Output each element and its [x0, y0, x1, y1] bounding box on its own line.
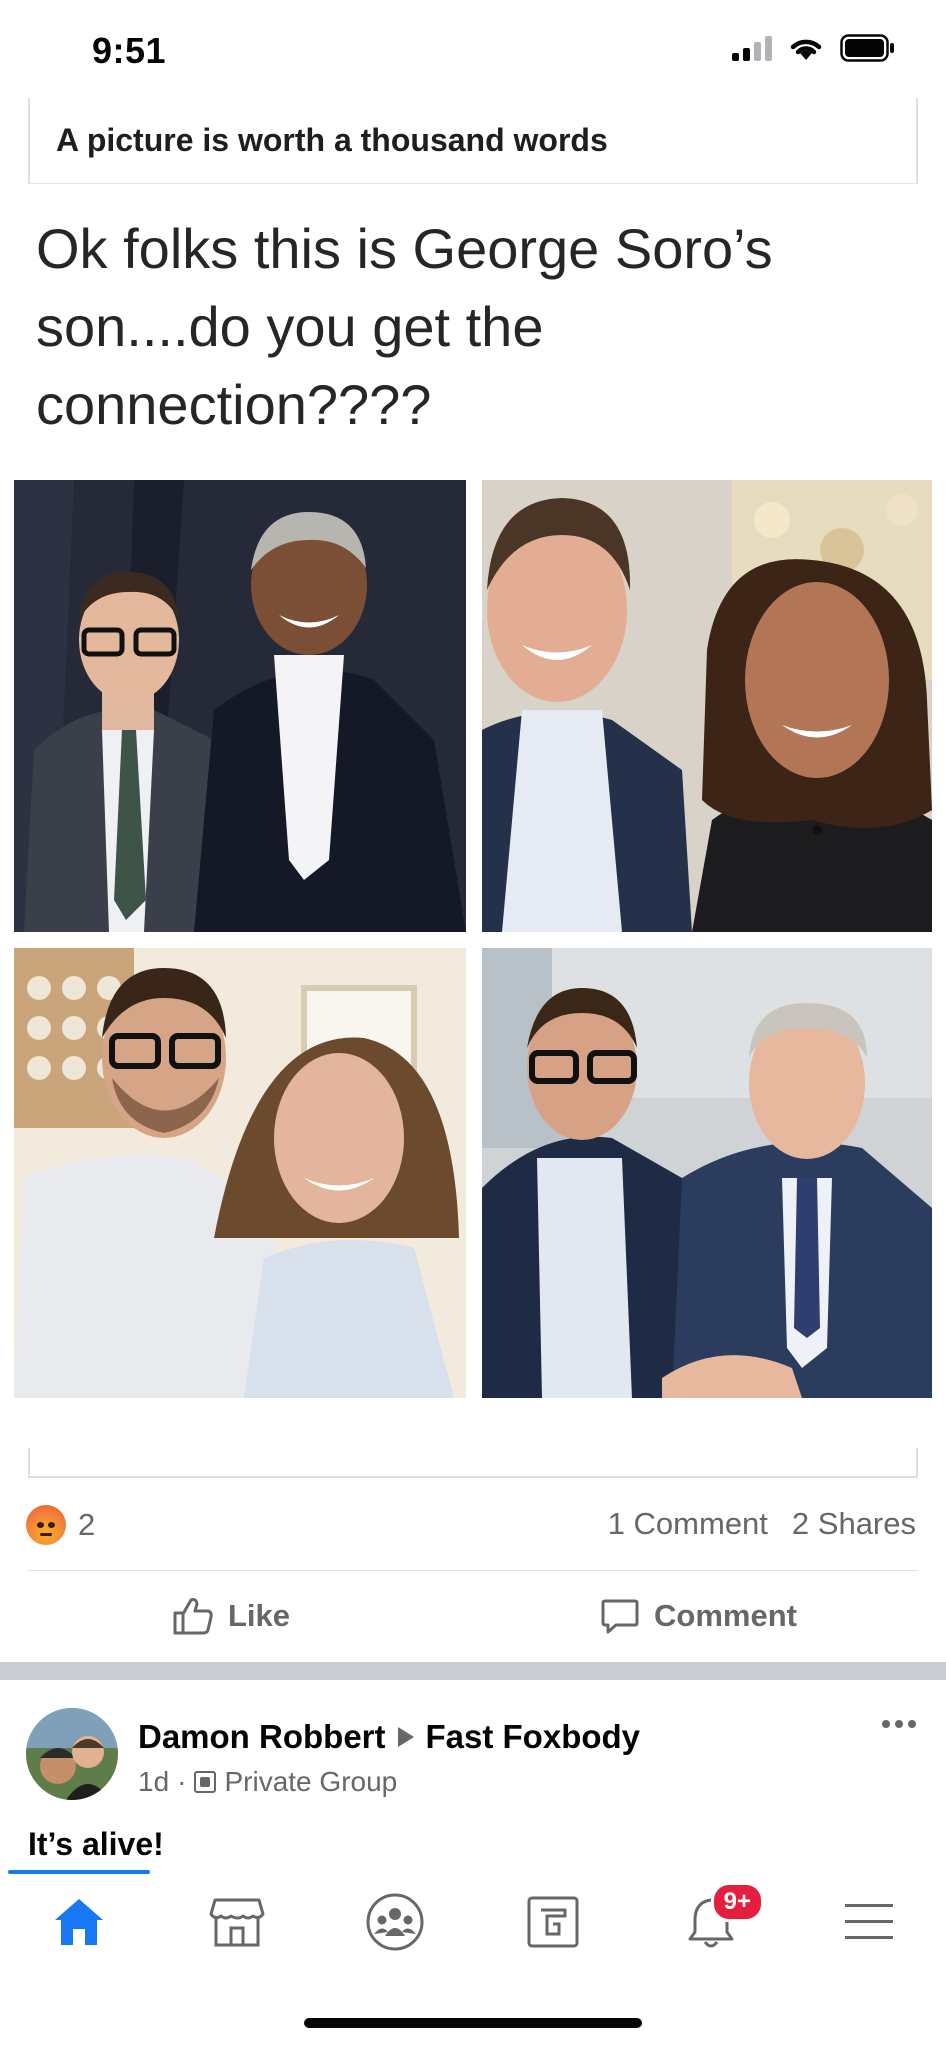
photo-collage[interactable]	[14, 480, 932, 1398]
photo-top-left[interactable]	[14, 480, 466, 932]
private-group-icon	[194, 1771, 217, 1793]
notification-badge: 9+	[710, 1882, 764, 1922]
shared-post-card[interactable]: A picture is worth a thousand words	[28, 98, 918, 184]
nav-gaming[interactable]	[518, 1890, 588, 1954]
status-bar: 9:51	[0, 0, 946, 96]
photo-bottom-left[interactable]	[14, 948, 466, 1398]
wifi-icon	[790, 39, 822, 60]
like-button[interactable]: Like	[172, 1596, 290, 1636]
shared-post-title: A picture is worth a thousand words	[56, 122, 608, 158]
meta-separator: ·	[177, 1766, 187, 1797]
privacy-label: Private Group	[224, 1766, 398, 1797]
groups-icon	[366, 1893, 424, 1951]
reaction-summary[interactable]: 2	[26, 1505, 95, 1545]
comment-icon	[601, 1599, 639, 1634]
share-count-link[interactable]: 2 Shares	[792, 1506, 916, 1542]
reaction-count: 2	[78, 1507, 96, 1542]
nav-notifications[interactable]: 9+	[676, 1882, 764, 1954]
status-time: 9:51	[92, 30, 167, 71]
post-meta: 1d · Private Group	[138, 1766, 397, 1798]
signal-icon	[732, 35, 772, 61]
post-author-line: Damon Robbert Fast Foxbody	[138, 1718, 640, 1756]
next-post-text: It’s alive!	[28, 1826, 164, 1862]
marketplace-icon	[209, 1898, 265, 1947]
comment-label: Comment	[654, 1598, 797, 1633]
menu-icon	[845, 1904, 893, 1939]
status-icons	[732, 34, 896, 62]
like-label: Like	[228, 1598, 291, 1633]
shared-card-bottom	[28, 1448, 918, 1478]
photo-top-right[interactable]	[482, 480, 932, 932]
bottom-nav: 9+	[0, 1870, 946, 1970]
divider	[28, 1570, 918, 1571]
avatar[interactable]	[26, 1708, 118, 1800]
angry-reaction-icon	[26, 1505, 66, 1545]
nav-menu[interactable]	[834, 1890, 904, 1954]
engagement-summary: 1 Comment 2 Shares	[608, 1506, 916, 1542]
home-indicator[interactable]	[304, 2018, 642, 2028]
next-post[interactable]: Damon Robbert Fast Foxbody 1d · Private …	[0, 1680, 946, 1870]
battery-icon	[840, 34, 894, 62]
post-actions: Like Comment	[0, 1574, 946, 1662]
home-icon	[55, 1899, 103, 1945]
group-name[interactable]: Fast Foxbody	[426, 1718, 641, 1756]
more-options-icon[interactable]	[882, 1720, 916, 1728]
nav-groups[interactable]	[360, 1890, 430, 1954]
post-text: Ok folks this is George Soro’s son....do…	[36, 217, 773, 436]
nav-marketplace[interactable]	[202, 1890, 272, 1954]
post-time[interactable]: 1d	[138, 1766, 169, 1798]
arrow-right-icon	[397, 1727, 414, 1747]
author-name[interactable]: Damon Robbert	[138, 1718, 386, 1756]
gaming-icon	[527, 1896, 579, 1948]
comment-button[interactable]: Comment	[600, 1596, 797, 1636]
feed-separator	[0, 1662, 946, 1680]
active-tab-indicator	[8, 1870, 150, 1874]
nav-home[interactable]	[44, 1890, 114, 1954]
photo-bottom-right[interactable]	[482, 948, 932, 1398]
thumbs-up-icon	[173, 1598, 213, 1635]
comment-count-link[interactable]: 1 Comment	[608, 1506, 768, 1542]
